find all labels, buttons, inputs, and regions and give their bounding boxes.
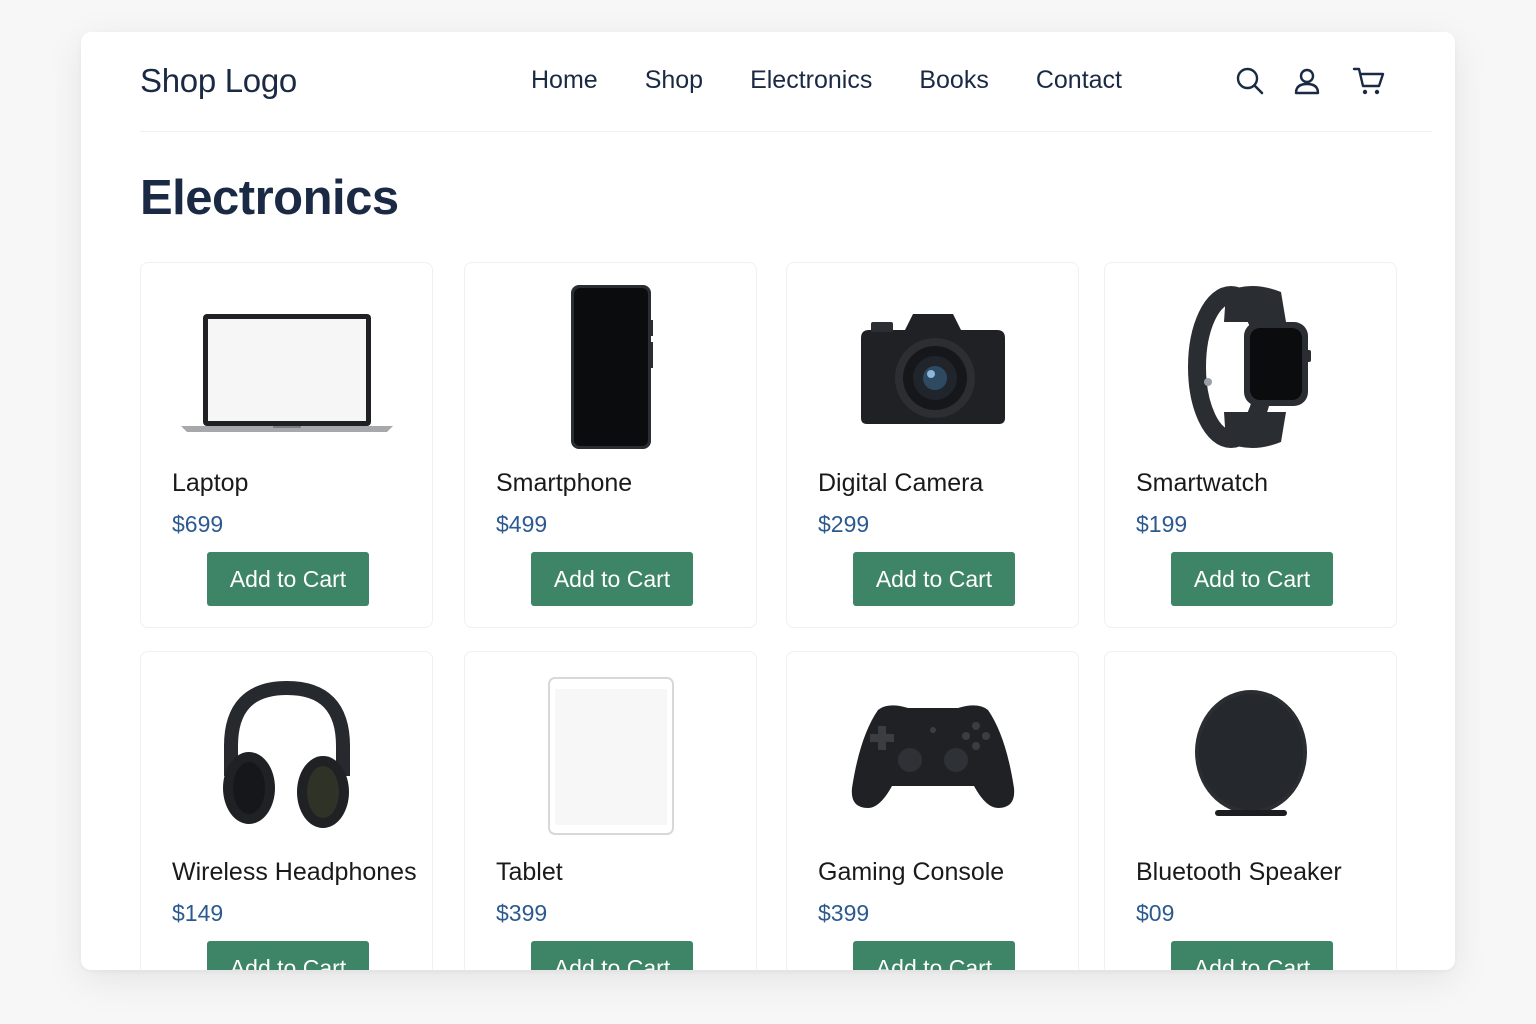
nav-shop[interactable]: Shop [645, 66, 703, 95]
product-card: Digital Camera $299 Add to Cart [786, 262, 1079, 628]
nav-books[interactable]: Books [919, 66, 988, 95]
product-price: $699 [172, 511, 224, 537]
nav-home[interactable]: Home [531, 66, 598, 95]
add-to-cart-button[interactable]: Add to Cart [853, 941, 1015, 970]
headphones-image[interactable] [141, 666, 432, 846]
header-divider [140, 131, 1432, 132]
header-icons [1235, 66, 1386, 96]
search-icon[interactable] [1235, 66, 1265, 96]
cart-icon[interactable] [1352, 66, 1386, 96]
smartwatch-image[interactable] [1105, 277, 1396, 457]
shop-window: Shop Logo Home Shop Electronics Books Co… [81, 32, 1455, 970]
product-name[interactable]: Digital Camera [818, 469, 983, 498]
product-name[interactable]: Smartwatch [1136, 469, 1268, 498]
add-to-cart-button[interactable]: Add to Cart [207, 941, 369, 970]
product-card: Laptop $699 Add to Cart [140, 262, 433, 628]
laptop-image[interactable] [141, 277, 432, 457]
product-card: Smartwatch $199 Add to Cart [1104, 262, 1397, 628]
tablet-image[interactable] [465, 666, 756, 846]
product-price: $499 [496, 511, 548, 537]
product-card: Bluetooth Speaker $09 Add to Cart [1104, 651, 1397, 970]
page-title: Electronics [140, 171, 399, 225]
product-card: Gaming Console $399 Add to Cart [786, 651, 1079, 970]
speaker-image[interactable] [1105, 666, 1396, 846]
product-name[interactable]: Tablet [496, 858, 563, 887]
smartphone-image[interactable] [465, 277, 756, 457]
product-name[interactable]: Laptop [172, 469, 248, 498]
add-to-cart-button[interactable]: Add to Cart [207, 552, 369, 606]
add-to-cart-button[interactable]: Add to Cart [1171, 552, 1333, 606]
nav-contact[interactable]: Contact [1036, 66, 1122, 95]
product-price: $399 [496, 900, 548, 926]
camera-image[interactable] [787, 277, 1078, 457]
nav-electronics[interactable]: Electronics [750, 66, 872, 95]
product-name[interactable]: Smartphone [496, 469, 632, 498]
product-price: $399 [818, 900, 870, 926]
product-price: $199 [1136, 511, 1188, 537]
product-card: Smartphone $499 Add to Cart [464, 262, 757, 628]
product-price: $299 [818, 511, 870, 537]
product-card: Wireless Headphones $149 Add to Cart [140, 651, 433, 970]
user-icon[interactable] [1292, 66, 1322, 96]
add-to-cart-button[interactable]: Add to Cart [853, 552, 1015, 606]
product-price: $09 [1136, 900, 1175, 926]
add-to-cart-button[interactable]: Add to Cart [1171, 941, 1333, 970]
shop-logo[interactable]: Shop Logo [140, 62, 297, 100]
product-price: $149 [172, 900, 224, 926]
product-name[interactable]: Bluetooth Speaker [1136, 858, 1342, 887]
add-to-cart-button[interactable]: Add to Cart [531, 941, 693, 970]
product-name[interactable]: Wireless Headphones [172, 858, 417, 887]
site-header: Shop Logo Home Shop Electronics Books Co… [81, 32, 1455, 132]
product-card: Tablet $399 Add to Cart [464, 651, 757, 970]
add-to-cart-button[interactable]: Add to Cart [531, 552, 693, 606]
gamepad-image[interactable] [787, 666, 1078, 846]
product-name[interactable]: Gaming Console [818, 858, 1004, 887]
main-nav: Home Shop Electronics Books Contact [531, 66, 1169, 95]
